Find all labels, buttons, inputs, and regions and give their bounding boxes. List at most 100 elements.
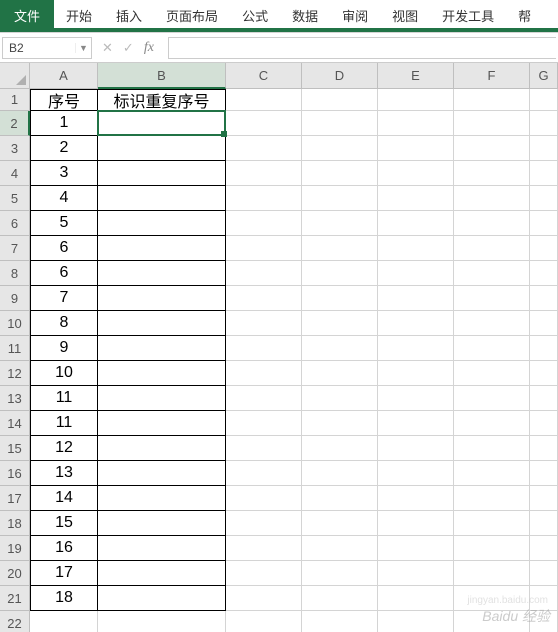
ribbon-tab-4[interactable]: 公式 [230, 0, 280, 28]
row-header-9[interactable]: 9 [0, 286, 30, 311]
cell-F19[interactable] [454, 536, 530, 561]
cell-F3[interactable] [454, 136, 530, 161]
row-header-3[interactable]: 3 [0, 136, 30, 161]
cell-F22[interactable] [454, 611, 530, 632]
cell-F17[interactable] [454, 486, 530, 511]
row-header-6[interactable]: 6 [0, 211, 30, 236]
cell-E13[interactable] [378, 386, 454, 411]
col-header-D[interactable]: D [302, 63, 378, 89]
cells-grid[interactable]: 序号标识重复序号123456678910111112131415161718 [30, 89, 558, 632]
cell-A22[interactable] [30, 611, 98, 632]
cell-C18[interactable] [226, 511, 302, 536]
cell-G14[interactable] [530, 411, 558, 436]
cell-B14[interactable] [98, 411, 226, 436]
cell-F7[interactable] [454, 236, 530, 261]
cell-E11[interactable] [378, 336, 454, 361]
cell-F14[interactable] [454, 411, 530, 436]
row-header-4[interactable]: 4 [0, 161, 30, 186]
col-header-C[interactable]: C [226, 63, 302, 89]
row-header-15[interactable]: 15 [0, 436, 30, 461]
cell-B12[interactable] [98, 361, 226, 386]
cell-D12[interactable] [302, 361, 378, 386]
ribbon-tab-1[interactable]: 开始 [54, 0, 104, 28]
ribbon-tab-3[interactable]: 页面布局 [154, 0, 230, 28]
cell-C5[interactable] [226, 186, 302, 211]
cell-G16[interactable] [530, 461, 558, 486]
cell-B4[interactable] [98, 161, 226, 186]
ribbon-tab-0[interactable]: 文件 [0, 0, 54, 28]
cell-C12[interactable] [226, 361, 302, 386]
cell-G1[interactable] [530, 89, 558, 111]
cell-E20[interactable] [378, 561, 454, 586]
cell-A1[interactable]: 序号 [30, 89, 98, 111]
row-header-7[interactable]: 7 [0, 236, 30, 261]
cell-F9[interactable] [454, 286, 530, 311]
cell-E18[interactable] [378, 511, 454, 536]
cell-B13[interactable] [98, 386, 226, 411]
cell-C19[interactable] [226, 536, 302, 561]
cell-F5[interactable] [454, 186, 530, 211]
ribbon-tab-6[interactable]: 审阅 [330, 0, 380, 28]
cell-A12[interactable]: 10 [30, 361, 98, 386]
row-header-18[interactable]: 18 [0, 511, 30, 536]
cell-C14[interactable] [226, 411, 302, 436]
cell-A11[interactable]: 9 [30, 336, 98, 361]
cell-E15[interactable] [378, 436, 454, 461]
cell-G12[interactable] [530, 361, 558, 386]
cell-B22[interactable] [98, 611, 226, 632]
select-all-corner[interactable] [0, 63, 30, 89]
row-header-20[interactable]: 20 [0, 561, 30, 586]
cell-A7[interactable]: 6 [30, 236, 98, 261]
cell-B8[interactable] [98, 261, 226, 286]
cell-E2[interactable] [378, 111, 454, 136]
cell-A20[interactable]: 17 [30, 561, 98, 586]
cell-F8[interactable] [454, 261, 530, 286]
cell-E17[interactable] [378, 486, 454, 511]
cell-E3[interactable] [378, 136, 454, 161]
cell-C9[interactable] [226, 286, 302, 311]
cell-E19[interactable] [378, 536, 454, 561]
cell-D22[interactable] [302, 611, 378, 632]
row-header-16[interactable]: 16 [0, 461, 30, 486]
cell-E6[interactable] [378, 211, 454, 236]
cell-D4[interactable] [302, 161, 378, 186]
name-box[interactable]: ▼ [2, 37, 92, 59]
cell-C20[interactable] [226, 561, 302, 586]
cell-G17[interactable] [530, 486, 558, 511]
cell-G9[interactable] [530, 286, 558, 311]
cell-C3[interactable] [226, 136, 302, 161]
cell-F11[interactable] [454, 336, 530, 361]
cell-B5[interactable] [98, 186, 226, 211]
cell-G7[interactable] [530, 236, 558, 261]
cell-B21[interactable] [98, 586, 226, 611]
cell-E1[interactable] [378, 89, 454, 111]
cell-G6[interactable] [530, 211, 558, 236]
cell-B9[interactable] [98, 286, 226, 311]
cell-D20[interactable] [302, 561, 378, 586]
cell-E14[interactable] [378, 411, 454, 436]
cell-E5[interactable] [378, 186, 454, 211]
cell-A6[interactable]: 5 [30, 211, 98, 236]
cell-E10[interactable] [378, 311, 454, 336]
cell-B19[interactable] [98, 536, 226, 561]
cell-G21[interactable] [530, 586, 558, 611]
cell-G18[interactable] [530, 511, 558, 536]
cell-G13[interactable] [530, 386, 558, 411]
formula-input[interactable] [168, 37, 556, 59]
cell-D19[interactable] [302, 536, 378, 561]
cell-A8[interactable]: 6 [30, 261, 98, 286]
cell-F10[interactable] [454, 311, 530, 336]
cell-F4[interactable] [454, 161, 530, 186]
cell-G22[interactable] [530, 611, 558, 632]
cell-E21[interactable] [378, 586, 454, 611]
cell-C7[interactable] [226, 236, 302, 261]
cell-E8[interactable] [378, 261, 454, 286]
cell-D17[interactable] [302, 486, 378, 511]
cell-A4[interactable]: 3 [30, 161, 98, 186]
cell-E7[interactable] [378, 236, 454, 261]
cell-B18[interactable] [98, 511, 226, 536]
cell-A21[interactable]: 18 [30, 586, 98, 611]
cell-C1[interactable] [226, 89, 302, 111]
row-header-11[interactable]: 11 [0, 336, 30, 361]
cell-A16[interactable]: 13 [30, 461, 98, 486]
